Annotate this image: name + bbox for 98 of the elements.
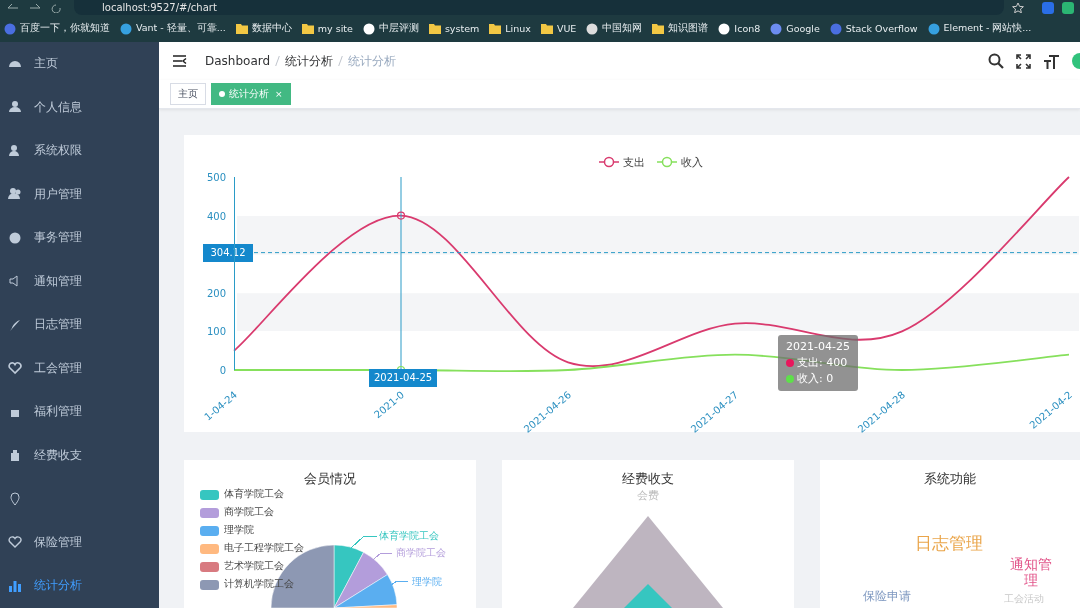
bookmark[interactable]: Vant - 轻量、可靠...: [120, 22, 226, 35]
star-icon[interactable]: [1012, 2, 1024, 13]
folder-icon: [301, 23, 314, 34]
bookmark[interactable]: 数据中心: [235, 22, 292, 35]
axis-pointer-label: 304.12: [203, 243, 253, 262]
legend-swatch[interactable]: [200, 561, 219, 572]
legend-marker-icon[interactable]: [656, 156, 678, 168]
avatar[interactable]: [1072, 53, 1080, 69]
sidebar-item[interactable]: 用户管理: [0, 172, 159, 216]
slice-label: 商学院工会: [396, 547, 446, 560]
folder-icon: [235, 23, 248, 34]
heart-icon: [8, 361, 22, 376]
bookmark[interactable]: my site: [301, 23, 353, 34]
axis-tick-label: 400: [206, 210, 226, 222]
breadcrumb-item[interactable]: 统计分析: [285, 52, 334, 70]
extension-icon[interactable]: [1062, 1, 1074, 14]
legend-marker-icon[interactable]: [598, 156, 620, 168]
sidebar-item[interactable]: 福利管理: [0, 390, 159, 434]
legend-swatch[interactable]: [200, 525, 219, 536]
site-icon: [586, 22, 599, 35]
word-cloud-word: 通知管理: [1009, 556, 1053, 588]
card-title: 系统功能: [923, 470, 977, 488]
sidebar-item[interactable]: 个人信息: [0, 85, 159, 129]
legend-label[interactable]: 艺术学院工会: [224, 560, 284, 573]
users-icon: [8, 187, 22, 202]
bookmark[interactable]: 知识图谱: [652, 22, 709, 35]
axis-tick-label: 0: [219, 365, 226, 376]
folder-icon: [428, 23, 441, 34]
data-point: [396, 211, 406, 220]
font-size-icon[interactable]: [1043, 53, 1060, 69]
slice-label: 理学院: [412, 576, 442, 589]
sidebar-item[interactable]: 工会管理: [0, 346, 159, 390]
breadcrumb-item: 统计分析: [348, 52, 397, 70]
address-bar[interactable]: localhost:9527/#/chart: [102, 0, 221, 15]
legend-label[interactable]: 收入: [681, 156, 703, 169]
sidebar-item[interactable]: 事务管理: [0, 216, 159, 260]
pin-icon: [8, 491, 22, 506]
word-cloud-word: 日志管理: [915, 532, 983, 555]
legend-label[interactable]: 商学院工会: [224, 506, 274, 519]
axis-pointer-label: 2021-04-25: [369, 369, 438, 387]
tag[interactable]: 主页: [170, 83, 206, 105]
word-cloud-word: 保险申请: [863, 588, 911, 605]
legend-swatch[interactable]: [200, 507, 219, 518]
breadcrumb-item[interactable]: Dashboard: [205, 54, 271, 68]
sidebar-item[interactable]: 系统权限: [0, 129, 159, 173]
bookmark[interactable]: VUE: [540, 23, 577, 34]
bookmark[interactable]: Element - 网站快...: [927, 22, 1032, 35]
bookmark[interactable]: 中层评测: [362, 22, 419, 35]
bookmark[interactable]: Icon8: [718, 22, 761, 35]
folder-icon: [652, 23, 665, 34]
legend-swatch[interactable]: [200, 543, 219, 554]
site-icon: [927, 22, 940, 35]
site-icon: [4, 22, 16, 35]
folder-icon: [489, 23, 502, 34]
axis-tick-label: 500: [206, 172, 226, 183]
tooltip-title: 2021-04-25: [786, 339, 850, 355]
axis-tick-label: 200: [206, 287, 226, 299]
folder-icon: [540, 23, 553, 34]
sidebar-item[interactable]: 日志管理: [0, 303, 159, 347]
legend-swatch[interactable]: [200, 579, 219, 590]
person-icon: [8, 100, 22, 115]
sidebar-item[interactable]: 统计分析: [0, 564, 159, 608]
slice-label: 体育学院工会: [379, 530, 439, 543]
heart-icon: [8, 535, 22, 550]
site-icon: [120, 22, 132, 35]
sidebar-item[interactable]: 经费收支: [0, 433, 159, 477]
card-title: 经费收支: [621, 470, 675, 488]
sidebar-item[interactable]: 通知管理: [0, 259, 159, 303]
extension-icon[interactable]: [1042, 1, 1054, 14]
card-title: 会员情况: [303, 470, 357, 488]
legend-label[interactable]: 体育学院工会: [224, 488, 284, 501]
site-icon: [770, 22, 783, 35]
tooltip-value: 支出: 400: [797, 355, 848, 371]
bookmark[interactable]: system: [428, 23, 480, 34]
bookmark[interactable]: Stack Overflow: [829, 22, 918, 35]
site-icon: [718, 22, 731, 35]
legend-swatch[interactable]: [200, 489, 219, 500]
dot-icon: [219, 91, 225, 97]
axis-tick-label: 100: [206, 326, 226, 338]
site-icon: [829, 22, 842, 35]
bookmark[interactable]: Google: [770, 22, 820, 35]
legend-label[interactable]: 支出: [623, 156, 645, 169]
legend-label[interactable]: 理学院: [224, 524, 254, 537]
person-icon: [8, 143, 22, 158]
bar-chart-icon: [8, 578, 22, 593]
bag-icon: [8, 448, 22, 463]
site-icon: [362, 22, 375, 35]
search-icon[interactable]: [988, 53, 1004, 69]
bookmark[interactable]: 百度一下，你就知道: [4, 22, 110, 35]
radar-indicator-label: 会费: [637, 488, 659, 503]
fullscreen-icon[interactable]: [1016, 53, 1031, 69]
sidebar-item[interactable]: 主页: [0, 42, 159, 86]
bookmark[interactable]: 中国知网: [586, 22, 643, 35]
menu-icon[interactable]: [173, 55, 187, 67]
sidebar-item[interactable]: 保险管理: [0, 520, 159, 564]
tooltip-value: 收入: 0: [797, 371, 834, 387]
legend-label[interactable]: 电子工程学院工会: [224, 542, 304, 555]
bookmark[interactable]: Linux: [489, 23, 531, 34]
